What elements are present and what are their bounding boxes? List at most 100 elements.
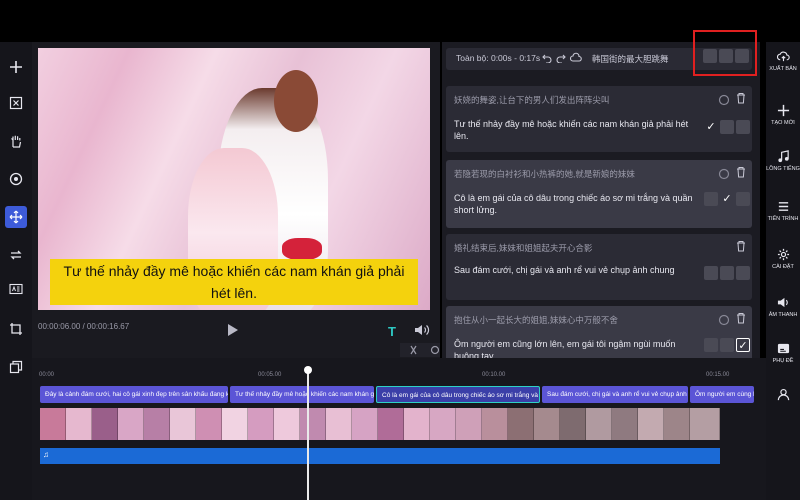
subtitle-clip[interactable]: Ôm người em cùng lớn: [690, 386, 754, 403]
playhead[interactable]: [304, 366, 312, 500]
card-option-2[interactable]: [720, 338, 734, 352]
subtitle-clip[interactable]: Cô là em gái của cô dâu trong chiếc áo s…: [376, 386, 540, 403]
account-button[interactable]: [766, 388, 800, 404]
video-thumbnail: [612, 408, 638, 440]
video-thumbnail: [690, 408, 720, 440]
mini-tools-icon[interactable]: [400, 343, 440, 357]
crop-icon[interactable]: [5, 318, 27, 340]
panel-title: 韩国街的最大胆跳舞: [592, 54, 669, 64]
video-thumbnail: [170, 408, 196, 440]
new-button[interactable]: TẠO MỚI: [766, 104, 800, 127]
video-thumbnail: [534, 408, 560, 440]
card-option-2[interactable]: [720, 120, 734, 134]
video-thumbnail: [144, 408, 170, 440]
audio-track[interactable]: ♫: [40, 448, 720, 464]
speaker-icon: [777, 297, 788, 308]
check-icon[interactable]: ✓: [704, 120, 718, 134]
video-thumbnail: [248, 408, 274, 440]
card-source-text: 若隐若现的白衬衫和小热裤的她,就是新娘的妹妹: [454, 169, 635, 179]
export-button[interactable]: XUẤT BẢN: [766, 50, 800, 73]
refresh-icon[interactable]: [718, 168, 730, 180]
player-controls: 00:00:06.00 / 00:00:16.67 T: [32, 316, 440, 344]
subtitle-icon: [777, 343, 789, 354]
time-ruler: 00:00 00:05.00 00:10.00 00:15.00: [36, 372, 756, 384]
trash-icon[interactable]: [736, 240, 746, 252]
export-label: XUẤT BẢN: [769, 66, 797, 72]
card-option-1[interactable]: [704, 192, 718, 206]
audio-button[interactable]: ÂM THANH: [766, 296, 800, 319]
text-tool-icon[interactable]: T: [388, 324, 400, 339]
subtitle-caption[interactable]: Tư thế nhảy đầy mê hoặc khiến các nam kh…: [50, 259, 418, 305]
settings-label: CÀI ĐẶT: [772, 264, 794, 270]
hand-icon[interactable]: [5, 130, 27, 152]
video-thumbnail: [638, 408, 664, 440]
card-translation[interactable]: Sau đám cưới, chị gái và anh rể vui vẻ c…: [454, 264, 702, 276]
video-thumbnail: [222, 408, 248, 440]
subtitle-card[interactable]: 妖娆的舞姿,让台下的男人们发出阵阵尖叫 Tư thế nhảy đầy mê h…: [446, 86, 752, 152]
trash-icon[interactable]: [736, 312, 746, 324]
subtitle-button[interactable]: PHỤ ĐỀ: [766, 342, 800, 365]
video-thumbnail: [378, 408, 404, 440]
plus-icon: [777, 104, 789, 117]
video-track[interactable]: [40, 408, 720, 440]
tick-label: 00:10.00: [482, 372, 506, 378]
card-translation[interactable]: Cô là em gái của cô dâu trong chiếc áo s…: [454, 192, 702, 216]
video-thumbnail: [92, 408, 118, 440]
video-thumbnail: [352, 408, 378, 440]
subtitle-clip[interactable]: Tư thế nhảy đầy mê hoặc khiến các nam kh…: [230, 386, 374, 403]
trash-icon[interactable]: [736, 92, 746, 104]
play-icon[interactable]: [224, 322, 240, 338]
swap-icon[interactable]: [5, 244, 27, 266]
text-box-icon[interactable]: [5, 278, 27, 300]
card-option-3[interactable]: [736, 266, 750, 280]
redo-icon[interactable]: [556, 53, 566, 63]
subtitle-clip[interactable]: Đây là cảnh đám cưới, hai cô gái xinh đẹ…: [40, 386, 228, 403]
close-box-icon[interactable]: [5, 92, 27, 114]
settings-button[interactable]: CÀI ĐẶT: [766, 248, 800, 271]
refresh-icon[interactable]: [718, 314, 730, 326]
new-label: TẠO MỚI: [771, 120, 795, 126]
header-toggle-3[interactable]: [735, 49, 749, 63]
audio-label: ÂM THANH: [768, 312, 798, 318]
target-icon[interactable]: [5, 168, 27, 190]
subtitle-card[interactable]: 若隐若现的白衬衫和小热裤的她,就是新娘的妹妹 Cô là em gái của …: [446, 160, 752, 228]
subtitle-clip[interactable]: Sau đám cưới, chị gái và anh rể vui vẻ c…: [542, 386, 688, 403]
tick-label: 00:05.00: [258, 372, 282, 378]
video-thumbnail: [560, 408, 586, 440]
add-icon[interactable]: [5, 56, 27, 78]
progress-label: TIẾN TRÌNH: [767, 216, 799, 222]
video-thumbnail: [326, 408, 352, 440]
volume-icon[interactable]: [414, 323, 430, 337]
card-option-3[interactable]: [736, 192, 750, 206]
video-thumbnail: [196, 408, 222, 440]
check-icon[interactable]: ✓: [736, 338, 750, 352]
check-icon[interactable]: ✓: [720, 192, 734, 206]
card-translation[interactable]: Tư thế nhảy đầy mê hoặc khiến các nam kh…: [454, 118, 702, 142]
video-thumbnail: [586, 408, 612, 440]
subtitle-label: PHỤ ĐỀ: [772, 358, 794, 364]
refresh-icon[interactable]: [718, 94, 730, 106]
voice-button[interactable]: LỒNG TIẾNG: [766, 150, 800, 173]
card-source-text: 抱住从小一起长大的姐姐,妹妹心中万般不舍: [454, 315, 618, 325]
card-option-1[interactable]: [704, 266, 718, 280]
header-toggle-1[interactable]: [703, 49, 717, 63]
cloud-upload-icon: [776, 51, 790, 62]
cloud-icon[interactable]: [570, 52, 582, 64]
video-thumbnail: [118, 408, 144, 440]
card-option-1[interactable]: [704, 338, 718, 352]
card-option-3[interactable]: [736, 120, 750, 134]
subtitle-card[interactable]: 婚礼结束后,妹妹和姐姐起夫开心合影 Sau đám cưới, chị gái …: [446, 234, 752, 300]
left-tool-rail: [0, 42, 32, 500]
video-thumbnail: [456, 408, 482, 440]
trash-icon[interactable]: [736, 166, 746, 178]
header-toggle-2[interactable]: [719, 49, 733, 63]
move-icon[interactable]: [5, 206, 27, 228]
layers-icon[interactable]: [5, 356, 27, 378]
video-thumbnail: [300, 408, 326, 440]
card-source-text: 妖娆的舞姿,让台下的男人们发出阵阵尖叫: [454, 95, 610, 105]
card-option-2[interactable]: [720, 266, 734, 280]
stack-icon: [778, 202, 788, 211]
undo-icon[interactable]: [542, 53, 552, 63]
progress-button[interactable]: TIẾN TRÌNH: [766, 200, 800, 223]
video-thumbnail: [664, 408, 690, 440]
